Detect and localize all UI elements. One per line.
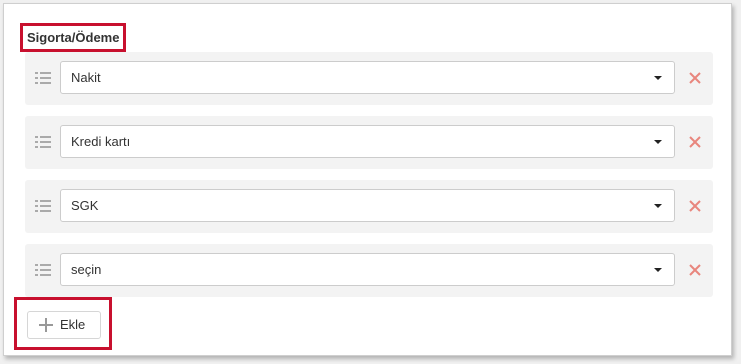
select-value: Nakit [71, 70, 101, 85]
list-drag-icon[interactable] [35, 262, 51, 278]
plus-icon [39, 318, 53, 332]
add-button-label: Ekle [60, 317, 86, 332]
list-drag-icon[interactable] [35, 70, 51, 86]
payment-select[interactable]: Nakit [60, 61, 675, 94]
caret-down-icon [654, 204, 662, 208]
payment-panel: Sigorta/Ödeme Nakit Kredi kartı SGK seçi… [3, 3, 732, 356]
caret-down-icon [654, 268, 662, 272]
caret-down-icon [654, 76, 662, 80]
section-title: Sigorta/Ödeme [20, 23, 127, 52]
caret-down-icon [654, 140, 662, 144]
close-icon[interactable] [685, 132, 705, 152]
select-value: SGK [71, 198, 99, 213]
payment-select[interactable]: seçin [60, 253, 675, 286]
add-button[interactable]: Ekle [27, 311, 101, 339]
select-value: Kredi kartı [71, 134, 131, 149]
close-icon[interactable] [685, 196, 705, 216]
list-item: Nakit [25, 52, 713, 105]
list-item: seçin [25, 244, 713, 297]
select-value: seçin [71, 262, 102, 277]
add-button-highlight: Ekle [14, 297, 112, 350]
list-item: SGK [25, 180, 713, 233]
close-icon[interactable] [685, 68, 705, 88]
close-icon[interactable] [685, 260, 705, 280]
payment-select[interactable]: SGK [60, 189, 675, 222]
list-item: Kredi kartı [25, 116, 713, 169]
list-drag-icon[interactable] [35, 134, 51, 150]
payment-select[interactable]: Kredi kartı [60, 125, 675, 158]
list-drag-icon[interactable] [35, 198, 51, 214]
